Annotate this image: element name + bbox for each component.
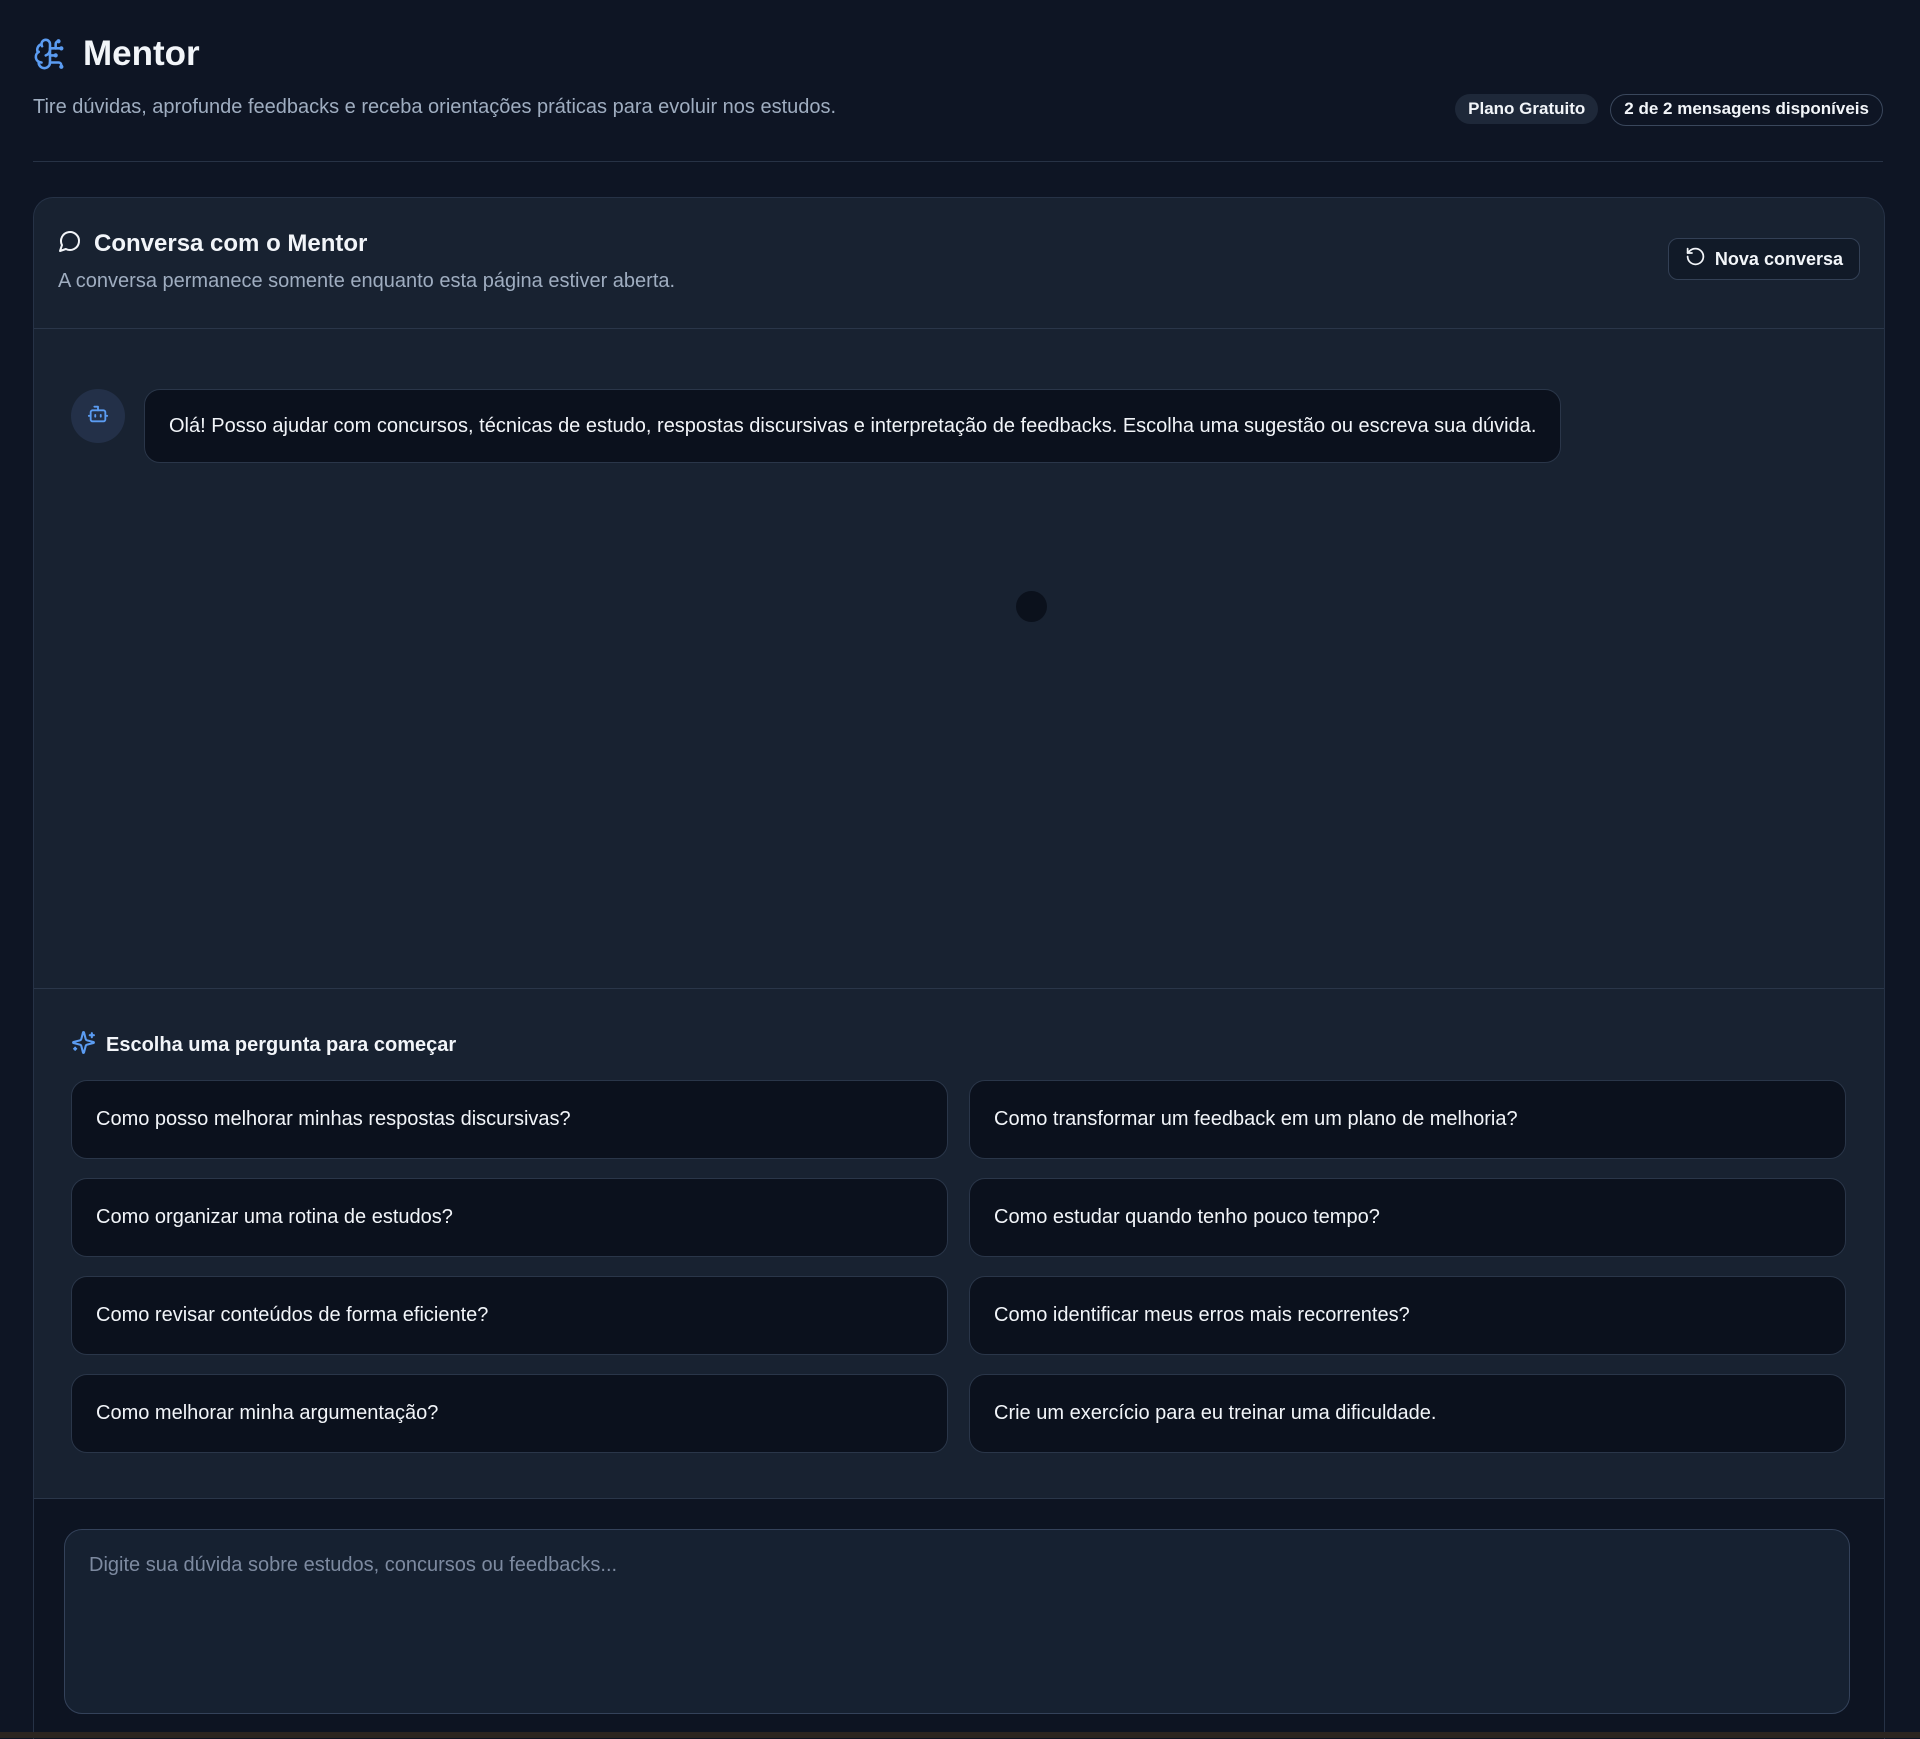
suggestions-header: Escolha uma pergunta para começar bbox=[71, 1030, 456, 1060]
suggestion-button[interactable]: Como posso melhorar minhas respostas dis… bbox=[71, 1080, 948, 1159]
page-title: Mentor bbox=[83, 34, 200, 73]
title-row: Mentor bbox=[33, 34, 200, 74]
message-composer bbox=[34, 1499, 1884, 1739]
bot-avatar bbox=[71, 389, 125, 443]
bot-message-bubble: Olá! Posso ajudar com concursos, técnica… bbox=[144, 389, 1562, 463]
window-bottom-edge bbox=[0, 1732, 1920, 1738]
new-chat-button[interactable]: Nova conversa bbox=[1667, 238, 1860, 280]
bot-icon bbox=[87, 403, 109, 430]
suggestions-grid: Como posso melhorar minhas respostas dis… bbox=[71, 1080, 1846, 1453]
brain-icon bbox=[33, 35, 67, 73]
messages-area[interactable]: Olá! Posso ajudar com concursos, técnica… bbox=[34, 329, 1884, 989]
rotate-ccw-icon bbox=[1685, 246, 1706, 272]
suggestion-button[interactable]: Crie um exercício para eu treinar uma di… bbox=[969, 1374, 1846, 1453]
chat-card: Conversa com o Mentor A conversa permane… bbox=[33, 197, 1885, 1739]
plan-badge: Plano Gratuito bbox=[1455, 94, 1599, 124]
messages-remaining-badge: 2 de 2 mensagens disponíveis bbox=[1610, 94, 1883, 126]
suggestion-button[interactable]: Como identificar meus erros mais recorre… bbox=[969, 1276, 1846, 1355]
message-input[interactable] bbox=[64, 1529, 1850, 1714]
suggestion-button[interactable]: Como estudar quando tenho pouco tempo? bbox=[969, 1178, 1846, 1257]
suggestion-button[interactable]: Como transformar um feedback em um plano… bbox=[969, 1080, 1846, 1159]
chat-card-header: Conversa com o Mentor A conversa permane… bbox=[34, 198, 1884, 329]
message-circle-icon bbox=[58, 229, 82, 258]
suggestion-button[interactable]: Como organizar uma rotina de estudos? bbox=[71, 1178, 948, 1257]
sparkles-icon bbox=[71, 1030, 96, 1060]
chat-subtitle: A conversa permanece somente enquanto es… bbox=[58, 270, 676, 292]
chat-title-row: Conversa com o Mentor bbox=[58, 229, 367, 258]
chat-title: Conversa com o Mentor bbox=[94, 229, 368, 257]
suggestions-title: Escolha uma pergunta para começar bbox=[106, 1033, 457, 1056]
new-chat-label: Nova conversa bbox=[1714, 248, 1843, 269]
suggestion-button[interactable]: Como revisar conteúdos de forma eficient… bbox=[71, 1276, 948, 1355]
suggestions-panel: Escolha uma pergunta para começar Como p… bbox=[34, 989, 1884, 1499]
badges: Plano Gratuito 2 de 2 mensagens disponív… bbox=[1455, 94, 1883, 126]
mentor-page: Mentor Tire dúvidas, aprofunde feedbacks… bbox=[33, 0, 1885, 1739]
page-header: Mentor Tire dúvidas, aprofunde feedbacks… bbox=[33, 0, 1883, 162]
suggestion-button[interactable]: Como melhorar minha argumentação? bbox=[71, 1374, 948, 1453]
page-subtitle: Tire dúvidas, aprofunde feedbacks e rece… bbox=[33, 96, 837, 118]
loading-indicator bbox=[1016, 591, 1047, 622]
